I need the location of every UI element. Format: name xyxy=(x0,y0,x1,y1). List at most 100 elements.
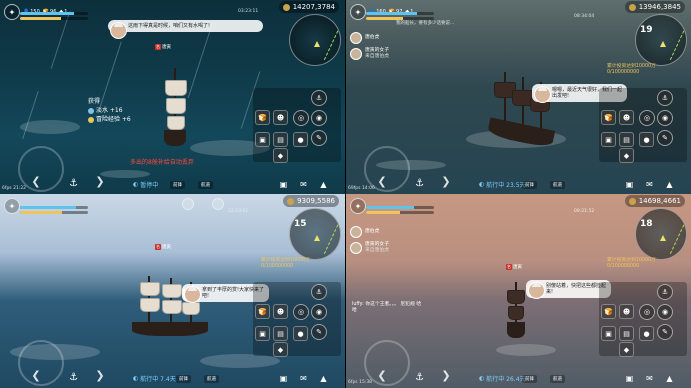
item-slot-3[interactable]: ● xyxy=(293,326,308,341)
crew-icon[interactable]: ☻ xyxy=(619,304,634,319)
skill-slot-4[interactable]: ✎ xyxy=(657,324,673,340)
skill-slot-4[interactable]: ✎ xyxy=(311,130,327,146)
minimap[interactable]: 15 xyxy=(289,208,341,260)
mail-icon[interactable] xyxy=(182,198,194,210)
map-icon[interactable]: ▣ xyxy=(624,373,635,384)
btn-vanguard[interactable]: 前锋 xyxy=(522,181,537,189)
chat-icon[interactable]: ✉ xyxy=(298,373,309,384)
gain-title: 获得 xyxy=(88,98,101,105)
team-icon[interactable] xyxy=(212,198,224,210)
item-slot-2[interactable]: ▤ xyxy=(619,132,634,147)
skill-slot-1[interactable]: ◎ xyxy=(639,110,655,126)
item-slot-1[interactable]: ▣ xyxy=(255,326,270,341)
skill-slot-4[interactable]: ✎ xyxy=(657,130,673,146)
collapse-icon[interactable]: ▲ xyxy=(318,179,329,190)
game-clock: 22:23:01 xyxy=(228,209,249,214)
player-ship[interactable] xyxy=(160,68,190,148)
skill-slot-1[interactable]: ◎ xyxy=(293,304,309,320)
compass-icon[interactable]: ✦ xyxy=(350,4,366,20)
action-panel: 🍞 ☻ ◎ ⚓ ◉ ✎ ▣ ▤ ● ◆ xyxy=(253,88,341,163)
item-slot-3[interactable]: ● xyxy=(639,326,654,341)
anchor-icon[interactable]: ⚓ xyxy=(69,178,78,189)
crew-icon[interactable]: ☻ xyxy=(273,304,288,319)
collapse-icon[interactable]: ▲ xyxy=(318,373,329,384)
player-nametag: 名唐寅 xyxy=(506,264,522,270)
coin-icon xyxy=(287,197,295,205)
map-icon[interactable]: ▣ xyxy=(278,179,289,190)
anchor-icon[interactable]: ⚓ xyxy=(69,372,78,383)
item-slot-2[interactable]: ▤ xyxy=(619,326,634,341)
skill-slot-2[interactable]: ⚓ xyxy=(657,90,673,106)
cargo-icon[interactable]: 🍞 xyxy=(255,110,270,125)
player-ship[interactable] xyxy=(504,282,528,342)
coin-icon xyxy=(628,3,636,11)
chat-avatar xyxy=(350,48,362,60)
skill-slot-1[interactable]: ◎ xyxy=(639,304,655,320)
btn-vanguard[interactable]: 前锋 xyxy=(170,181,185,189)
turn-right-button[interactable]: ❯ xyxy=(438,370,454,382)
minimap[interactable] xyxy=(289,14,341,66)
item-slot-3[interactable]: ● xyxy=(293,132,308,147)
game-view-1: ✦ 👤150 🍞96 ◆1 03:23:11 14207,3784 这雨下得真是… xyxy=(0,0,345,194)
item-slot-4[interactable]: ◆ xyxy=(619,148,634,163)
item-slot-4[interactable]: ◆ xyxy=(273,148,288,163)
item-slot-1[interactable]: ▣ xyxy=(601,326,616,341)
compass-icon[interactable]: ✦ xyxy=(4,4,20,20)
map-icon[interactable]: ▣ xyxy=(624,179,635,190)
cargo-icon[interactable]: 🍞 xyxy=(601,304,616,319)
crew-icon[interactable]: ☻ xyxy=(273,110,288,125)
turn-left-button[interactable]: ❮ xyxy=(374,176,390,188)
map-icon[interactable]: ▣ xyxy=(278,373,289,384)
btn-vanguard[interactable]: 前锋 xyxy=(522,375,537,383)
item-slot-1[interactable]: ▣ xyxy=(601,132,616,147)
turn-right-button[interactable]: ❯ xyxy=(438,176,454,188)
coin-icon xyxy=(282,3,290,11)
npc-avatar xyxy=(528,282,545,299)
skill-slot-3[interactable]: ◉ xyxy=(657,110,673,126)
turn-right-button[interactable]: ❯ xyxy=(92,370,108,382)
item-slot-4[interactable]: ◆ xyxy=(619,342,634,357)
game-clock: 08:34:04 xyxy=(574,14,595,19)
item-slot-1[interactable]: ▣ xyxy=(255,132,270,147)
npc-avatar xyxy=(534,86,551,103)
chat-icon[interactable]: ✉ xyxy=(298,179,309,190)
cargo-icon[interactable]: 🍞 xyxy=(601,110,616,125)
chat-icon[interactable]: ✉ xyxy=(644,373,655,384)
turn-left-button[interactable]: ❮ xyxy=(28,176,44,188)
skill-slot-3[interactable]: ◉ xyxy=(311,110,327,126)
collapse-icon[interactable]: ▲ xyxy=(664,179,675,190)
anchor-icon[interactable]: ⚓ xyxy=(415,372,424,383)
minimap[interactable]: 19 xyxy=(635,14,687,66)
cargo-icon[interactable]: 🍞 xyxy=(255,304,270,319)
turn-right-button[interactable]: ❯ xyxy=(92,176,108,188)
skill-slot-2[interactable]: ⚓ xyxy=(311,284,327,300)
compass-icon[interactable]: ✦ xyxy=(4,198,20,214)
skill-slot-2[interactable]: ⚓ xyxy=(311,90,327,106)
minimap[interactable]: 18 xyxy=(635,208,687,260)
turn-left-button[interactable]: ❮ xyxy=(374,370,390,382)
ship-bars xyxy=(366,204,434,214)
anchor-icon[interactable]: ⚓ xyxy=(415,178,424,189)
chat-icon[interactable]: ✉ xyxy=(644,179,655,190)
btn-route[interactable]: 航道 xyxy=(550,181,565,189)
item-slot-2[interactable]: ▤ xyxy=(273,132,288,147)
btn-route[interactable]: 航道 xyxy=(198,181,213,189)
game-view-3: ✦ 22:23:01 9309,5586 名唐寅 15 累计投资达到10000万… xyxy=(0,194,345,388)
chat-avatar xyxy=(350,242,362,254)
compass-icon[interactable]: ✦ xyxy=(350,198,366,214)
item-slot-2[interactable]: ▤ xyxy=(273,326,288,341)
skill-slot-3[interactable]: ◉ xyxy=(657,304,673,320)
skill-slot-4[interactable]: ✎ xyxy=(311,324,327,340)
skill-slot-2[interactable]: ⚓ xyxy=(657,284,673,300)
item-slot-3[interactable]: ● xyxy=(639,132,654,147)
btn-route[interactable]: 航道 xyxy=(204,375,219,383)
ship-marker-icon xyxy=(314,235,320,241)
skill-slot-3[interactable]: ◉ xyxy=(311,304,327,320)
btn-route[interactable]: 航道 xyxy=(550,375,565,383)
turn-left-button[interactable]: ❮ xyxy=(28,370,44,382)
btn-vanguard[interactable]: 前锋 xyxy=(176,375,191,383)
crew-icon[interactable]: ☻ xyxy=(619,110,634,125)
item-slot-4[interactable]: ◆ xyxy=(273,342,288,357)
skill-slot-1[interactable]: ◎ xyxy=(293,110,309,126)
collapse-icon[interactable]: ▲ xyxy=(664,373,675,384)
